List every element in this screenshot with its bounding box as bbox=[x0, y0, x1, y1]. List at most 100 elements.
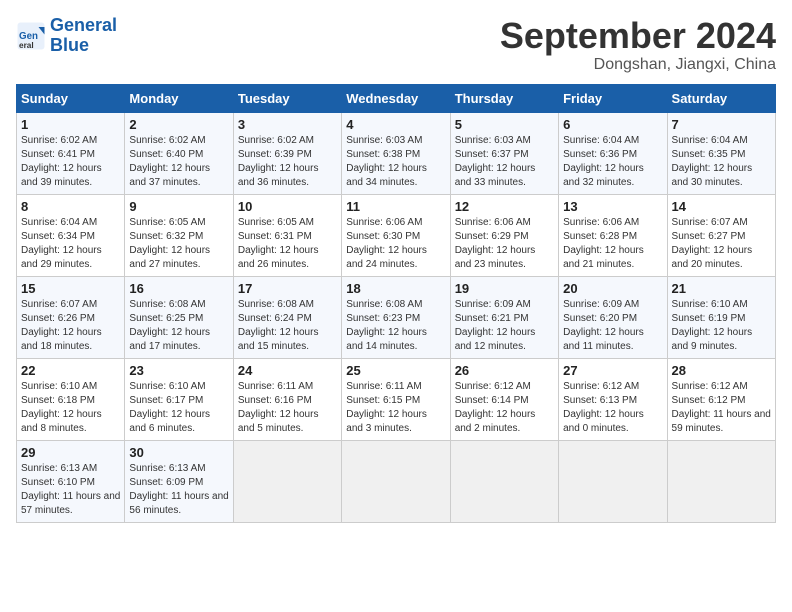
col-header-tuesday: Tuesday bbox=[233, 84, 341, 112]
col-header-thursday: Thursday bbox=[450, 84, 558, 112]
day-info: Sunrise: 6:10 AM Sunset: 6:18 PM Dayligh… bbox=[21, 380, 120, 436]
col-header-wednesday: Wednesday bbox=[342, 84, 450, 112]
week-row-4: 22 Sunrise: 6:10 AM Sunset: 6:18 PM Dayl… bbox=[17, 358, 776, 440]
calendar-cell: 22 Sunrise: 6:10 AM Sunset: 6:18 PM Dayl… bbox=[17, 358, 125, 440]
calendar-cell: 21 Sunrise: 6:10 AM Sunset: 6:19 PM Dayl… bbox=[667, 276, 775, 358]
day-number: 19 bbox=[455, 281, 554, 296]
day-info: Sunrise: 6:11 AM Sunset: 6:16 PM Dayligh… bbox=[238, 380, 337, 436]
col-header-monday: Monday bbox=[125, 84, 233, 112]
day-number: 10 bbox=[238, 199, 337, 214]
calendar-table: SundayMondayTuesdayWednesdayThursdayFrid… bbox=[16, 84, 776, 523]
day-number: 21 bbox=[672, 281, 771, 296]
calendar-cell: 19 Sunrise: 6:09 AM Sunset: 6:21 PM Dayl… bbox=[450, 276, 558, 358]
day-number: 30 bbox=[129, 445, 228, 460]
day-info: Sunrise: 6:08 AM Sunset: 6:25 PM Dayligh… bbox=[129, 298, 228, 354]
day-number: 8 bbox=[21, 199, 120, 214]
calendar-cell: 23 Sunrise: 6:10 AM Sunset: 6:17 PM Dayl… bbox=[125, 358, 233, 440]
week-row-2: 8 Sunrise: 6:04 AM Sunset: 6:34 PM Dayli… bbox=[17, 194, 776, 276]
day-number: 26 bbox=[455, 363, 554, 378]
day-info: Sunrise: 6:07 AM Sunset: 6:27 PM Dayligh… bbox=[672, 216, 771, 272]
calendar-cell: 27 Sunrise: 6:12 AM Sunset: 6:13 PM Dayl… bbox=[559, 358, 667, 440]
calendar-cell: 13 Sunrise: 6:06 AM Sunset: 6:28 PM Dayl… bbox=[559, 194, 667, 276]
day-info: Sunrise: 6:07 AM Sunset: 6:26 PM Dayligh… bbox=[21, 298, 120, 354]
title-block: September 2024 Dongshan, Jiangxi, China bbox=[500, 16, 776, 74]
day-info: Sunrise: 6:02 AM Sunset: 6:39 PM Dayligh… bbox=[238, 134, 337, 190]
week-row-3: 15 Sunrise: 6:07 AM Sunset: 6:26 PM Dayl… bbox=[17, 276, 776, 358]
calendar-cell: 1 Sunrise: 6:02 AM Sunset: 6:41 PM Dayli… bbox=[17, 112, 125, 194]
day-info: Sunrise: 6:04 AM Sunset: 6:36 PM Dayligh… bbox=[563, 134, 662, 190]
col-header-friday: Friday bbox=[559, 84, 667, 112]
col-header-saturday: Saturday bbox=[667, 84, 775, 112]
day-info: Sunrise: 6:08 AM Sunset: 6:24 PM Dayligh… bbox=[238, 298, 337, 354]
calendar-cell bbox=[667, 440, 775, 522]
day-info: Sunrise: 6:05 AM Sunset: 6:32 PM Dayligh… bbox=[129, 216, 228, 272]
svg-text:eral: eral bbox=[19, 41, 34, 50]
day-number: 11 bbox=[346, 199, 445, 214]
calendar-cell: 18 Sunrise: 6:08 AM Sunset: 6:23 PM Dayl… bbox=[342, 276, 450, 358]
calendar-cell: 24 Sunrise: 6:11 AM Sunset: 6:16 PM Dayl… bbox=[233, 358, 341, 440]
header-row: SundayMondayTuesdayWednesdayThursdayFrid… bbox=[17, 84, 776, 112]
day-number: 6 bbox=[563, 117, 662, 132]
day-info: Sunrise: 6:05 AM Sunset: 6:31 PM Dayligh… bbox=[238, 216, 337, 272]
day-info: Sunrise: 6:13 AM Sunset: 6:09 PM Dayligh… bbox=[129, 462, 228, 518]
day-number: 13 bbox=[563, 199, 662, 214]
calendar-cell: 17 Sunrise: 6:08 AM Sunset: 6:24 PM Dayl… bbox=[233, 276, 341, 358]
day-number: 15 bbox=[21, 281, 120, 296]
day-number: 14 bbox=[672, 199, 771, 214]
day-info: Sunrise: 6:11 AM Sunset: 6:15 PM Dayligh… bbox=[346, 380, 445, 436]
calendar-cell: 7 Sunrise: 6:04 AM Sunset: 6:35 PM Dayli… bbox=[667, 112, 775, 194]
day-number: 2 bbox=[129, 117, 228, 132]
calendar-cell: 15 Sunrise: 6:07 AM Sunset: 6:26 PM Dayl… bbox=[17, 276, 125, 358]
day-info: Sunrise: 6:10 AM Sunset: 6:17 PM Dayligh… bbox=[129, 380, 228, 436]
day-number: 1 bbox=[21, 117, 120, 132]
calendar-cell: 16 Sunrise: 6:08 AM Sunset: 6:25 PM Dayl… bbox=[125, 276, 233, 358]
calendar-title: September 2024 bbox=[500, 16, 776, 56]
col-header-sunday: Sunday bbox=[17, 84, 125, 112]
day-info: Sunrise: 6:06 AM Sunset: 6:28 PM Dayligh… bbox=[563, 216, 662, 272]
day-info: Sunrise: 6:04 AM Sunset: 6:35 PM Dayligh… bbox=[672, 134, 771, 190]
calendar-cell: 14 Sunrise: 6:07 AM Sunset: 6:27 PM Dayl… bbox=[667, 194, 775, 276]
day-info: Sunrise: 6:09 AM Sunset: 6:20 PM Dayligh… bbox=[563, 298, 662, 354]
day-number: 9 bbox=[129, 199, 228, 214]
week-row-5: 29 Sunrise: 6:13 AM Sunset: 6:10 PM Dayl… bbox=[17, 440, 776, 522]
day-number: 22 bbox=[21, 363, 120, 378]
calendar-cell: 6 Sunrise: 6:04 AM Sunset: 6:36 PM Dayli… bbox=[559, 112, 667, 194]
day-number: 4 bbox=[346, 117, 445, 132]
day-number: 16 bbox=[129, 281, 228, 296]
calendar-cell: 3 Sunrise: 6:02 AM Sunset: 6:39 PM Dayli… bbox=[233, 112, 341, 194]
calendar-cell bbox=[450, 440, 558, 522]
day-info: Sunrise: 6:04 AM Sunset: 6:34 PM Dayligh… bbox=[21, 216, 120, 272]
day-number: 27 bbox=[563, 363, 662, 378]
day-info: Sunrise: 6:03 AM Sunset: 6:37 PM Dayligh… bbox=[455, 134, 554, 190]
logo: Gen eral General Blue bbox=[16, 16, 117, 56]
day-info: Sunrise: 6:10 AM Sunset: 6:19 PM Dayligh… bbox=[672, 298, 771, 354]
calendar-cell bbox=[342, 440, 450, 522]
calendar-cell: 20 Sunrise: 6:09 AM Sunset: 6:20 PM Dayl… bbox=[559, 276, 667, 358]
day-number: 18 bbox=[346, 281, 445, 296]
day-info: Sunrise: 6:09 AM Sunset: 6:21 PM Dayligh… bbox=[455, 298, 554, 354]
day-info: Sunrise: 6:02 AM Sunset: 6:40 PM Dayligh… bbox=[129, 134, 228, 190]
calendar-cell: 29 Sunrise: 6:13 AM Sunset: 6:10 PM Dayl… bbox=[17, 440, 125, 522]
day-info: Sunrise: 6:06 AM Sunset: 6:30 PM Dayligh… bbox=[346, 216, 445, 272]
day-number: 28 bbox=[672, 363, 771, 378]
calendar-cell: 30 Sunrise: 6:13 AM Sunset: 6:09 PM Dayl… bbox=[125, 440, 233, 522]
calendar-cell: 8 Sunrise: 6:04 AM Sunset: 6:34 PM Dayli… bbox=[17, 194, 125, 276]
day-info: Sunrise: 6:12 AM Sunset: 6:12 PM Dayligh… bbox=[672, 380, 771, 436]
day-number: 12 bbox=[455, 199, 554, 214]
day-number: 3 bbox=[238, 117, 337, 132]
calendar-cell: 2 Sunrise: 6:02 AM Sunset: 6:40 PM Dayli… bbox=[125, 112, 233, 194]
calendar-cell bbox=[559, 440, 667, 522]
calendar-cell: 10 Sunrise: 6:05 AM Sunset: 6:31 PM Dayl… bbox=[233, 194, 341, 276]
calendar-subtitle: Dongshan, Jiangxi, China bbox=[500, 56, 776, 74]
day-info: Sunrise: 6:12 AM Sunset: 6:14 PM Dayligh… bbox=[455, 380, 554, 436]
day-number: 20 bbox=[563, 281, 662, 296]
day-info: Sunrise: 6:13 AM Sunset: 6:10 PM Dayligh… bbox=[21, 462, 120, 518]
day-info: Sunrise: 6:02 AM Sunset: 6:41 PM Dayligh… bbox=[21, 134, 120, 190]
calendar-cell: 9 Sunrise: 6:05 AM Sunset: 6:32 PM Dayli… bbox=[125, 194, 233, 276]
calendar-cell: 28 Sunrise: 6:12 AM Sunset: 6:12 PM Dayl… bbox=[667, 358, 775, 440]
calendar-cell: 11 Sunrise: 6:06 AM Sunset: 6:30 PM Dayl… bbox=[342, 194, 450, 276]
calendar-cell: 4 Sunrise: 6:03 AM Sunset: 6:38 PM Dayli… bbox=[342, 112, 450, 194]
day-number: 29 bbox=[21, 445, 120, 460]
calendar-cell: 12 Sunrise: 6:06 AM Sunset: 6:29 PM Dayl… bbox=[450, 194, 558, 276]
week-row-1: 1 Sunrise: 6:02 AM Sunset: 6:41 PM Dayli… bbox=[17, 112, 776, 194]
